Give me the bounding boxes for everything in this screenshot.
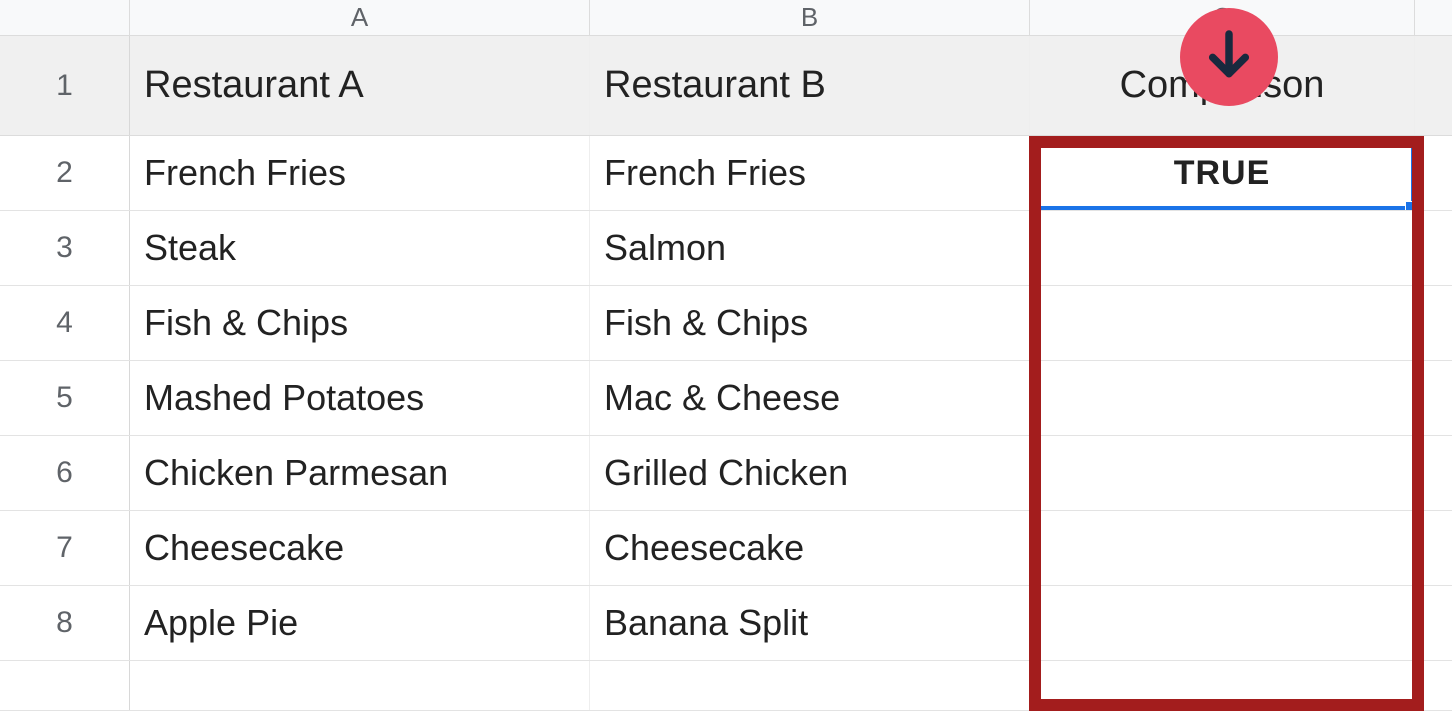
row-header-7[interactable]: 7 [0,511,130,585]
cell-B8[interactable]: Banana Split [590,586,1030,660]
row-3: 3 Steak Salmon [0,211,1452,286]
row-2: 2 French Fries French Fries TRUE [0,136,1452,211]
cell-A2[interactable]: French Fries [130,136,590,210]
cell-D4[interactable] [1415,286,1452,360]
cell-A3[interactable]: Steak [130,211,590,285]
column-header-B[interactable]: B [590,0,1030,35]
cell-D7[interactable] [1415,511,1452,585]
cell-A5[interactable]: Mashed Potatoes [130,361,590,435]
cell-A6[interactable]: Chicken Parmesan [130,436,590,510]
cell-C5[interactable] [1030,361,1415,435]
cell-B3[interactable]: Salmon [590,211,1030,285]
cell-A1[interactable]: Restaurant A [130,36,590,135]
row-5: 5 Mashed Potatoes Mac & Cheese [0,361,1452,436]
row-header-2[interactable]: 2 [0,136,130,210]
cell-C4[interactable] [1030,286,1415,360]
row-header-4[interactable]: 4 [0,286,130,360]
cell-B5[interactable]: Mac & Cheese [590,361,1030,435]
cell-D9[interactable] [1415,661,1452,710]
row-header-5[interactable]: 5 [0,361,130,435]
row-header-3[interactable]: 3 [0,211,130,285]
cell-C2[interactable]: TRUE [1030,136,1415,210]
cell-D8[interactable] [1415,586,1452,660]
cell-B9[interactable] [590,661,1030,710]
column-header-A[interactable]: A [130,0,590,35]
row-4: 4 Fish & Chips Fish & Chips [0,286,1452,361]
row-7: 7 Cheesecake Cheesecake [0,511,1452,586]
cell-C3[interactable] [1030,211,1415,285]
cell-A9[interactable] [130,661,590,710]
row-8: 8 Apple Pie Banana Split [0,586,1452,661]
row-header-8[interactable]: 8 [0,586,130,660]
cell-B4[interactable]: Fish & Chips [590,286,1030,360]
cell-D2[interactable] [1415,136,1452,210]
cell-A4[interactable]: Fish & Chips [130,286,590,360]
row-header-9[interactable] [0,661,130,710]
cell-C7[interactable] [1030,511,1415,585]
row-6: 6 Chicken Parmesan Grilled Chicken [0,436,1452,511]
column-header-D[interactable] [1415,0,1452,35]
cell-A8[interactable]: Apple Pie [130,586,590,660]
cell-D1[interactable] [1415,36,1452,135]
cell-B6[interactable]: Grilled Chicken [590,436,1030,510]
corner-cell[interactable] [0,0,130,35]
cell-D5[interactable] [1415,361,1452,435]
cell-C6[interactable] [1030,436,1415,510]
arrow-down-badge [1180,8,1278,106]
arrow-down-icon [1201,27,1257,88]
cell-B7[interactable]: Cheesecake [590,511,1030,585]
row-header-6[interactable]: 6 [0,436,130,510]
spreadsheet: A B C 1 Restaurant A Restaurant B Compar… [0,0,1452,711]
cell-B2[interactable]: French Fries [590,136,1030,210]
row-header-1[interactable]: 1 [0,36,130,135]
row-9 [0,661,1452,711]
cell-C9[interactable] [1030,661,1415,710]
cell-C8[interactable] [1030,586,1415,660]
cell-D3[interactable] [1415,211,1452,285]
cell-B1[interactable]: Restaurant B [590,36,1030,135]
cell-A7[interactable]: Cheesecake [130,511,590,585]
cell-D6[interactable] [1415,436,1452,510]
